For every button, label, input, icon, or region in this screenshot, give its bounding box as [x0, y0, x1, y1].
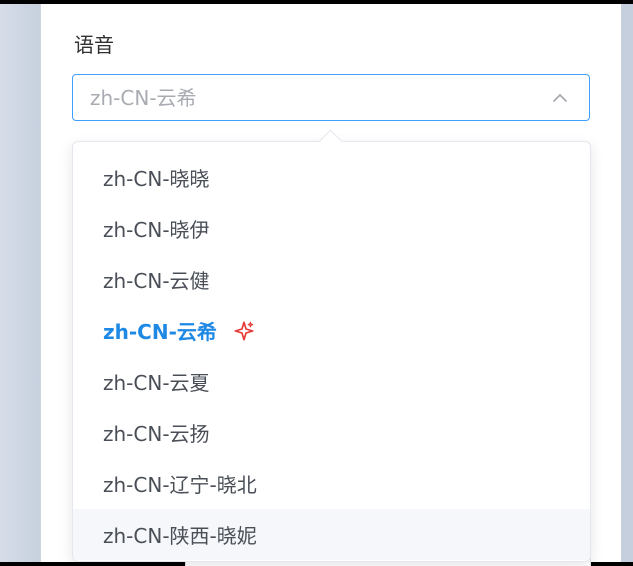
voice-select-value: zh-CN-云希 — [90, 86, 197, 110]
form-panel: 语音 zh-CN-云希 zh-CN-晓晓 zh-CN-晓伊 zh-CN-云健 z… — [41, 4, 621, 566]
voice-option-xiaoxiao[interactable]: zh-CN-晓晓 — [73, 152, 590, 203]
option-label: zh-CN-晓伊 — [103, 218, 210, 242]
option-label: zh-CN-陕西-晓妮 — [103, 524, 257, 548]
voice-option-yunjian[interactable]: zh-CN-云健 — [73, 254, 590, 305]
right-background-edge — [621, 4, 633, 562]
option-label: zh-CN-云健 — [103, 269, 210, 293]
voice-option-xiaoyi[interactable]: zh-CN-晓伊 — [73, 203, 590, 254]
option-label: zh-CN-晓晓 — [103, 167, 210, 191]
voice-select[interactable]: zh-CN-云希 — [72, 74, 590, 121]
voice-option-yunxia[interactable]: zh-CN-云夏 — [73, 356, 590, 407]
voice-option-shaanxi-xiaoni[interactable]: zh-CN-陕西-晓妮 — [73, 509, 590, 560]
voice-option-liaoning-xiaobei[interactable]: zh-CN-辽宁-晓北 — [73, 458, 590, 509]
voice-option-yunyang[interactable]: zh-CN-云扬 — [73, 407, 590, 458]
screen: 语音 zh-CN-云希 zh-CN-晓晓 zh-CN-晓伊 zh-CN-云健 z… — [0, 4, 633, 566]
chevron-up-icon[interactable] — [553, 93, 567, 103]
voice-option-yunxi[interactable]: zh-CN-云希 — [73, 305, 590, 356]
option-label: zh-CN-辽宁-晓北 — [103, 473, 257, 497]
voice-option-list: zh-CN-晓晓 zh-CN-晓伊 zh-CN-云健 zh-CN-云希 zh-C… — [73, 152, 590, 560]
option-label: zh-CN-云希 — [103, 320, 217, 344]
left-background-edge — [0, 4, 40, 562]
option-label: zh-CN-云扬 — [103, 422, 210, 446]
voice-dropdown: zh-CN-晓晓 zh-CN-晓伊 zh-CN-云健 zh-CN-云希 zh-C… — [72, 141, 591, 562]
option-label: zh-CN-云夏 — [103, 371, 210, 395]
sparkle-icon — [233, 320, 255, 342]
voice-field-label: 语音 — [74, 33, 114, 57]
